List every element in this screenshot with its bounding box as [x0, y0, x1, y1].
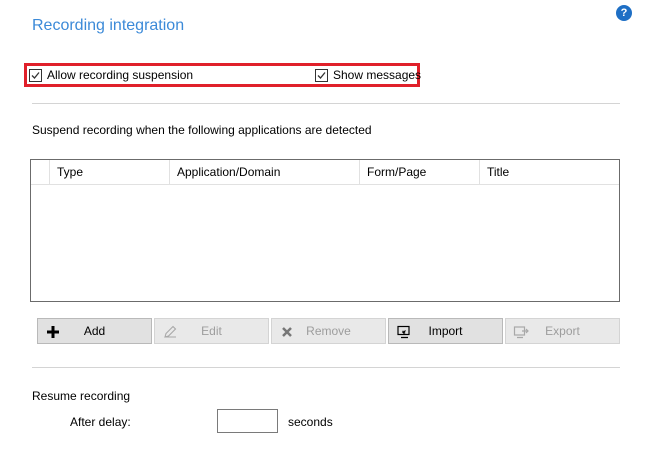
- export-icon: [513, 326, 529, 339]
- pencil-icon: [164, 325, 177, 338]
- checkbox-checked-icon: [29, 68, 42, 82]
- page-title: Recording integration: [32, 17, 185, 34]
- resume-recording-heading: Resume recording: [32, 389, 131, 403]
- divider: [32, 103, 620, 104]
- after-delay-label: After delay:: [70, 415, 131, 429]
- help-icon[interactable]: ?: [616, 5, 632, 21]
- suspend-description: Suspend recording when the following app…: [32, 123, 372, 137]
- column-header-title[interactable]: Title: [479, 160, 619, 184]
- column-header-type[interactable]: Type: [49, 160, 169, 184]
- seconds-unit-label: seconds: [288, 415, 333, 429]
- show-messages-checkbox[interactable]: Show messages: [315, 67, 421, 83]
- export-button[interactable]: Export: [505, 318, 620, 344]
- column-header-form-page[interactable]: Form/Page: [359, 160, 479, 184]
- add-button[interactable]: Add: [37, 318, 152, 344]
- delay-seconds-input[interactable]: [217, 409, 278, 433]
- remove-button[interactable]: Remove: [271, 318, 386, 344]
- import-icon: [397, 325, 410, 339]
- checkbox-checked-icon: [315, 68, 328, 82]
- allow-recording-suspension-label: Allow recording suspension: [47, 68, 194, 82]
- allow-recording-suspension-checkbox[interactable]: Allow recording suspension: [29, 67, 193, 83]
- import-button[interactable]: Import: [388, 318, 503, 344]
- show-messages-label: Show messages: [333, 68, 422, 82]
- edit-button[interactable]: Edit: [154, 318, 269, 344]
- table-header: Type Application/Domain Form/Page Title: [31, 160, 619, 185]
- column-header-application-domain[interactable]: Application/Domain: [169, 160, 359, 184]
- divider: [32, 367, 620, 368]
- x-icon: [282, 327, 292, 337]
- applications-table[interactable]: Type Application/Domain Form/Page Title: [30, 159, 620, 302]
- plus-icon: [47, 326, 59, 338]
